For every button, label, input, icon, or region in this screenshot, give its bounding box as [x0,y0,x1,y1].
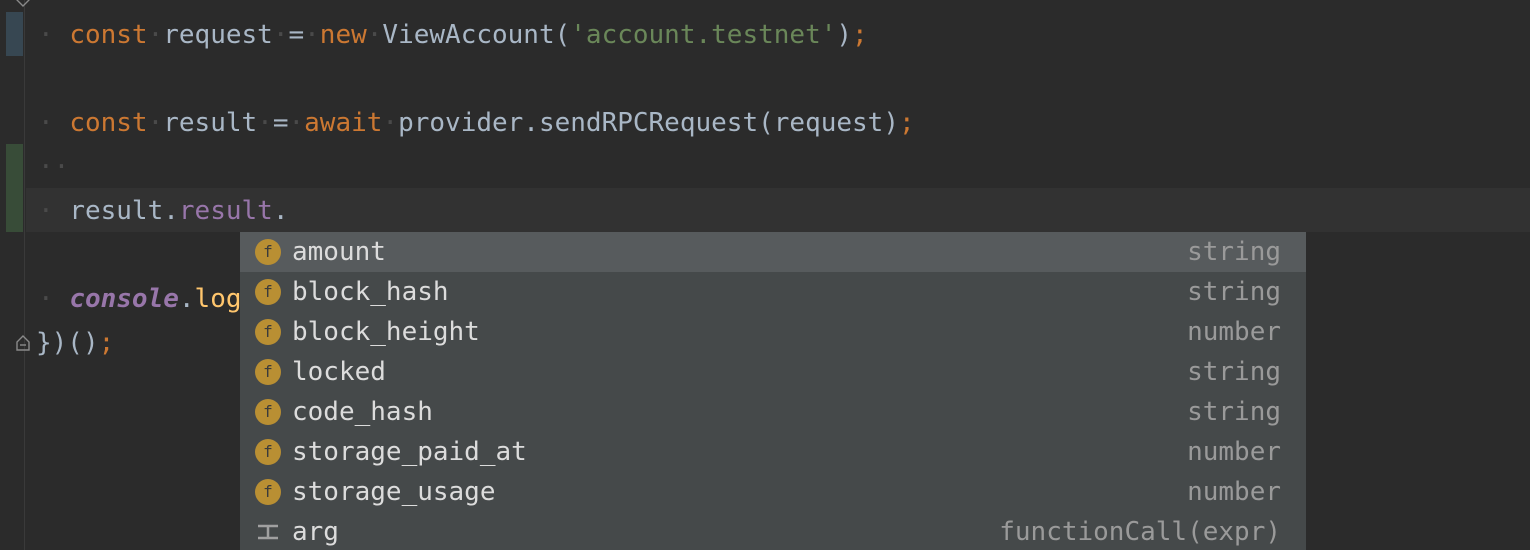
completion-item[interactable]: f code_hash string [240,392,1306,432]
completion-item[interactable]: f storage_usage number [240,472,1306,512]
code-line-close[interactable]: })(); [36,321,114,365]
completion-item-label: storage_usage [292,477,496,507]
fold-start-icon[interactable] [15,0,31,8]
added-lines-marker [6,144,23,232]
field-icon: f [255,399,281,425]
keyword-await: await [304,108,383,138]
string-literal: 'account.testnet' [570,20,837,50]
completion-item-type: string [1187,357,1281,387]
field-icon: f [255,479,281,505]
completion-popup[interactable]: f amount string f block_hash string f bl… [240,232,1306,550]
semicolon: ; [852,20,868,50]
dot: . [272,196,289,226]
semicolon: ; [898,108,915,138]
template-icon [258,524,278,540]
completion-item-type: functionCall(expr) [999,517,1281,547]
operator-assign: = [288,20,305,50]
field-icon: f [255,439,281,465]
field-result: result [178,196,273,226]
completion-item-label: code_hash [292,397,433,427]
closure-end: })() [36,328,99,358]
keyword-const: const [69,108,148,138]
gutter-divider [24,0,25,550]
indent-marker: · [38,284,54,314]
keyword-const: const [69,20,148,50]
paren-close: ) [836,20,853,50]
completion-item-type: number [1187,317,1281,347]
completion-item[interactable]: f block_height number [240,312,1306,352]
completion-item[interactable]: f block_hash string [240,272,1306,312]
completion-item-label: locked [292,357,386,387]
completion-item-label: arg [292,517,339,547]
field-icon: f [255,239,281,265]
indent-marker: · [38,20,54,50]
code-line-console[interactable]: · console.log [38,277,242,321]
indent-marker: · [38,108,54,138]
indent-marker: · [38,196,54,226]
semicolon: ; [98,328,115,358]
completion-item-label: block_height [292,317,480,347]
completion-item[interactable]: f storage_paid_at number [240,432,1306,472]
code-line-result[interactable]: · const·result·=·await·provider.sendRPCR… [38,101,915,145]
field-icon: f [255,319,281,345]
whitespace-markers: ·· [38,152,70,182]
completion-item-type: string [1187,237,1281,267]
dot: . [163,196,179,226]
global-console: console [69,284,179,314]
completion-item[interactable]: f amount string [240,232,1306,272]
code-line-access[interactable]: · result.result. [38,189,288,233]
code-line-request[interactable]: · const·request·=·new·ViewAccount('accou… [38,13,868,57]
operator-assign: = [272,108,289,138]
completion-item-label: amount [292,237,386,267]
method-call: provider.sendRPCRequest(request) [398,108,899,138]
fold-end-icon[interactable] [15,334,31,352]
variable-request: request [163,20,273,50]
completion-item-type: number [1187,437,1281,467]
dot: . [178,284,195,314]
object-result: result [69,196,164,226]
completion-item[interactable]: arg functionCall(expr) [240,512,1306,550]
completion-item-type: number [1187,477,1281,507]
editor-gutter [0,0,26,550]
variable-result: result [163,108,258,138]
completion-item-type: string [1187,397,1281,427]
class-call: ViewAccount( [382,20,571,50]
method-log: log [194,284,242,314]
completion-item-label: block_hash [292,277,449,307]
keyword-new: new [319,20,367,50]
completion-item-label: storage_paid_at [292,437,527,467]
modified-line-marker [6,12,23,56]
code-line-empty[interactable]: ·· [38,145,69,189]
field-icon: f [255,279,281,305]
completion-item-type: string [1187,277,1281,307]
field-icon: f [255,359,281,385]
completion-item[interactable]: f locked string [240,352,1306,392]
